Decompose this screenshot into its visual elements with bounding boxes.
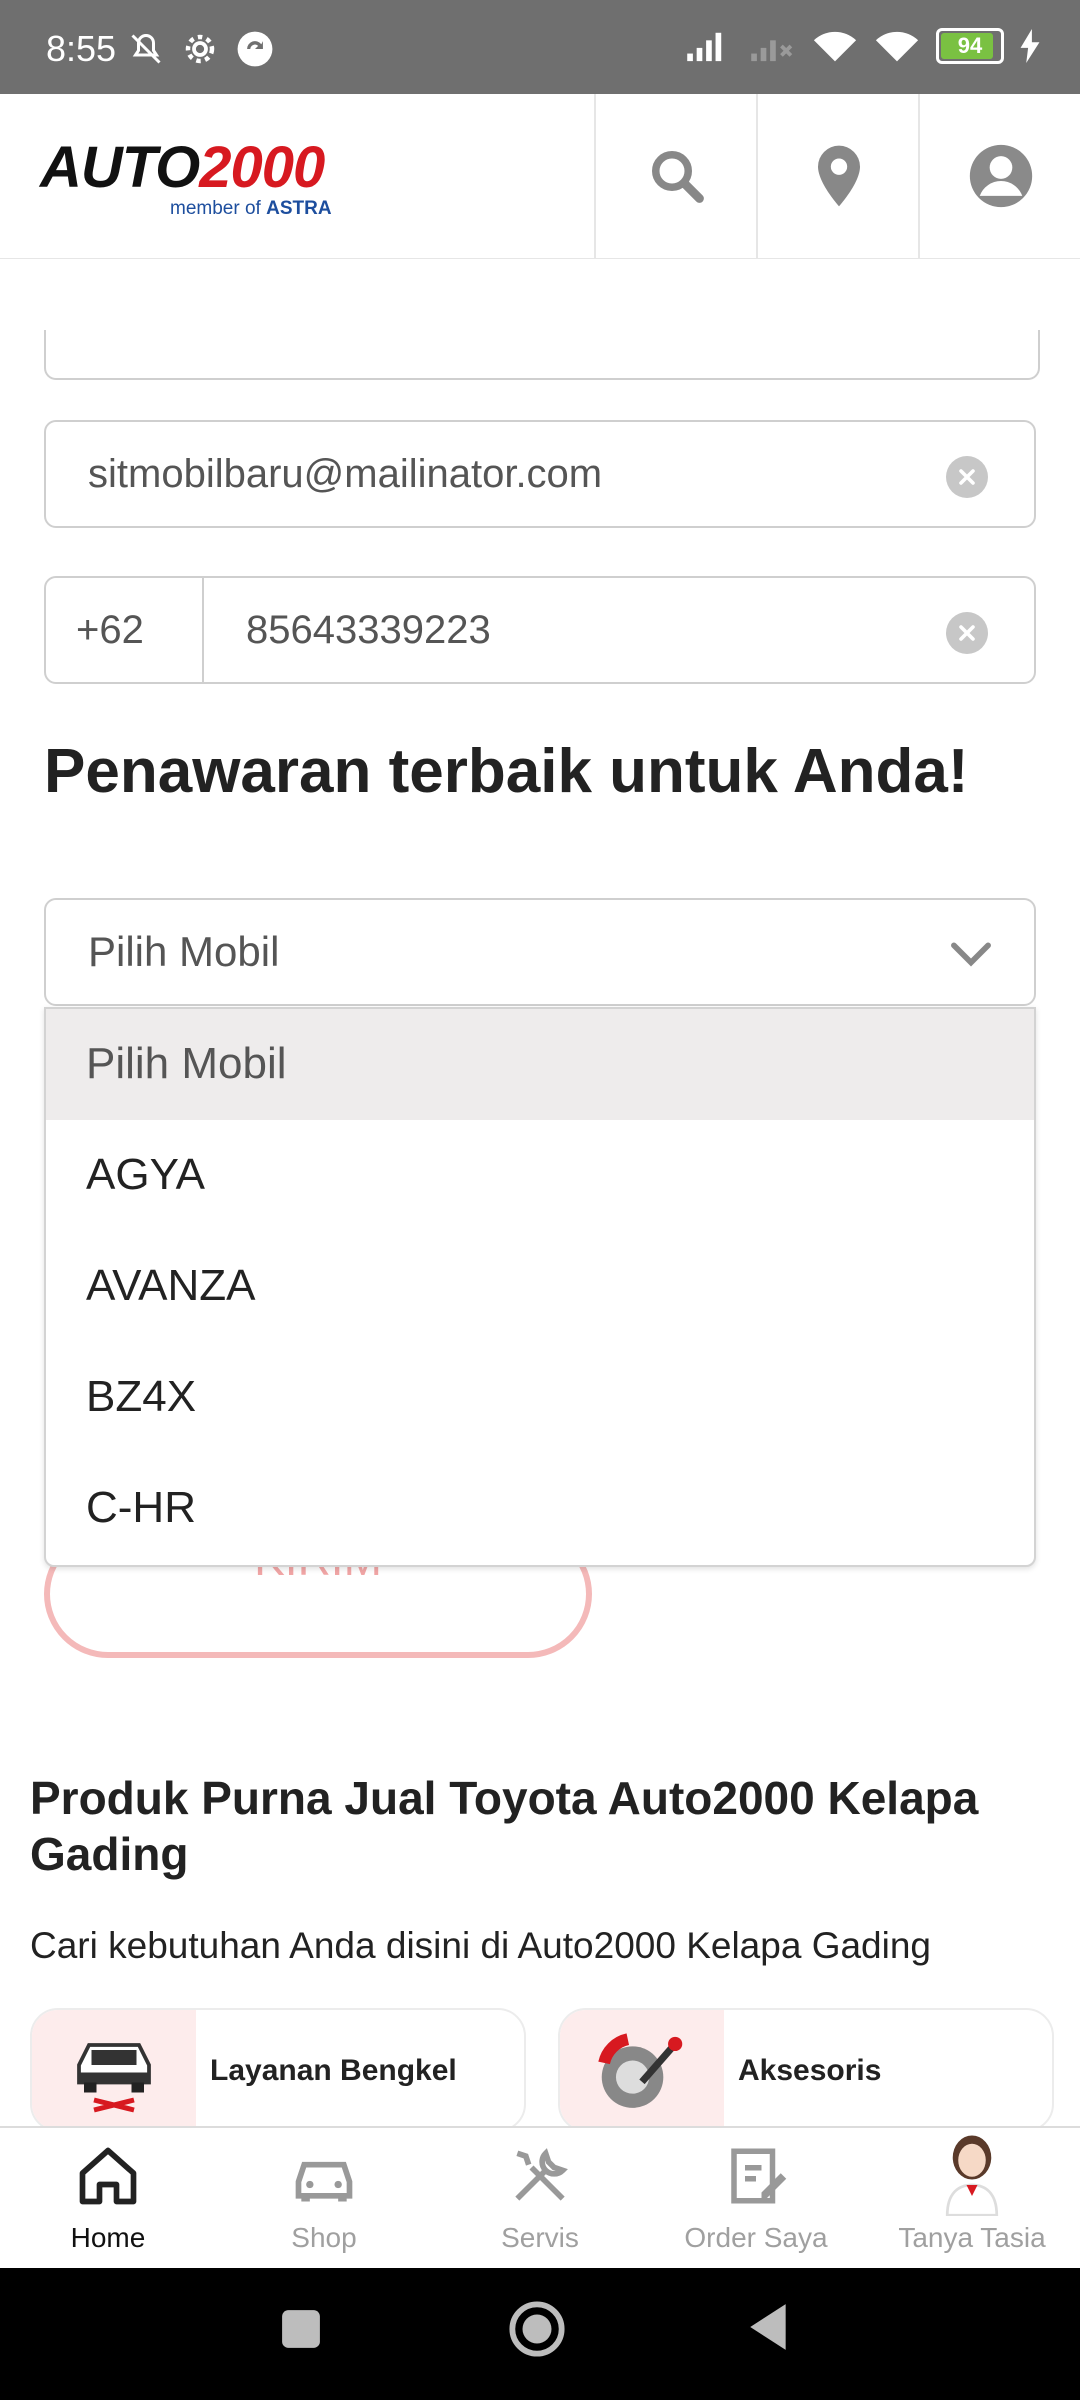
chevron-down-icon — [951, 942, 991, 967]
aftersales-subtitle: Cari kebutuhan Anda disini di Auto2000 K… — [30, 1925, 932, 1966]
email-field[interactable]: sitmobilbaru@mailinator.com — [44, 420, 1036, 528]
offer-heading: Penawaran terbaik untuk Anda! — [44, 737, 969, 806]
nav-servis[interactable]: Servis — [432, 2128, 648, 2270]
tools-icon — [515, 2148, 568, 2201]
card-layanan-bengkel[interactable]: Layanan Bengkel — [30, 2008, 526, 2132]
status-bar: 8:55 94 — [0, 0, 1080, 94]
clear-icon — [959, 625, 975, 641]
search-icon — [652, 151, 704, 203]
name-field-partial[interactable] — [44, 330, 1040, 380]
location-button[interactable] — [756, 94, 920, 258]
signal-icon — [687, 32, 722, 62]
phone-field[interactable]: +62 85643339223 — [44, 576, 1036, 684]
home-icon — [79, 2147, 137, 2205]
assistant-avatar-icon — [945, 2135, 999, 2216]
app-header: AUTO2000 member of ASTRA — [0, 94, 1080, 259]
system-nav-bar — [0, 2268, 1080, 2400]
sync-icon — [237, 31, 273, 67]
account-button[interactable] — [918, 94, 1080, 258]
location-pin-icon — [818, 145, 860, 207]
back-button[interactable] — [748, 2302, 790, 2352]
email-clear-button[interactable] — [946, 456, 988, 498]
card-aksesoris[interactable]: Aksesoris — [558, 2008, 1054, 2132]
auto2000-logo[interactable]: AUTO2000 member of ASTRA — [40, 134, 365, 226]
nav-home[interactable]: Home — [0, 2128, 216, 2270]
car-icon — [295, 2161, 353, 2202]
car-select-value: Pilih Mobil — [88, 928, 280, 975]
charging-icon — [1020, 29, 1040, 63]
car-select-dropdown[interactable]: Pilih Mobil AGYA AVANZA BZ4X C-HR — [44, 1007, 1036, 1567]
search-button[interactable] — [594, 94, 758, 258]
email-value: sitmobilbaru@mailinator.com — [88, 452, 603, 496]
recents-button[interactable] — [280, 2308, 322, 2350]
dropdown-option[interactable]: AGYA — [46, 1120, 1034, 1231]
dropdown-option[interactable]: Pilih Mobil — [46, 1009, 1034, 1120]
brake-accessory-icon — [598, 2033, 683, 2108]
nav-shop[interactable]: Shop — [216, 2128, 432, 2270]
dropdown-option[interactable]: BZ4X — [46, 1342, 1034, 1453]
user-account-icon — [969, 144, 1033, 208]
clear-icon — [959, 469, 975, 485]
signal-x-icon — [751, 40, 793, 62]
phone-country-code[interactable]: +62 — [46, 578, 204, 682]
car-lift-icon — [77, 2043, 151, 2113]
home-button[interactable] — [508, 2300, 566, 2358]
mute-icon — [131, 33, 161, 64]
phone-value: 85643339223 — [246, 608, 491, 652]
nav-order-saya[interactable]: Order Saya — [648, 2128, 864, 2270]
bottom-nav: Home Shop Servis Order Saya Tanya Tasia — [0, 2126, 1080, 2270]
nav-tanya-tasia[interactable]: Tanya Tasia — [864, 2128, 1080, 2270]
dropdown-option[interactable]: AVANZA — [46, 1231, 1034, 1342]
wifi-icon — [875, 31, 919, 62]
car-select[interactable]: Pilih Mobil — [44, 898, 1036, 1006]
battery-icon: 94 — [936, 28, 1004, 64]
order-clipboard-icon — [731, 2148, 787, 2204]
aftersales-title: Produk Purna Jual Toyota Auto2000 Kelapa… — [30, 1772, 979, 1880]
settings-icon — [185, 34, 215, 64]
phone-clear-button[interactable] — [946, 612, 988, 654]
dropdown-option[interactable]: C-HR — [46, 1453, 1034, 1564]
status-time: 8:55 — [46, 28, 117, 69]
wifi-plus-icon — [813, 31, 857, 62]
